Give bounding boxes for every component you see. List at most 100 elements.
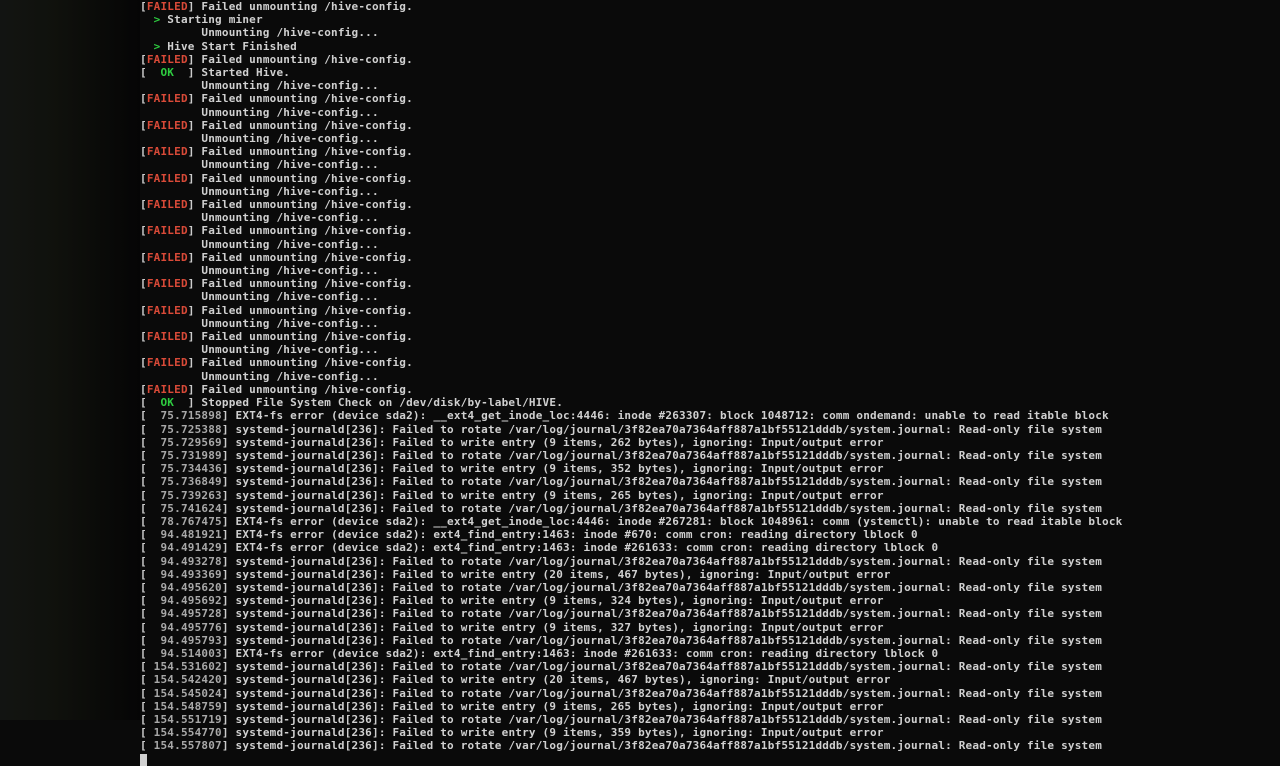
kernel-timestamp: 75.731989 [147,449,222,462]
console-line: Unmounting /hive-config... [140,211,1280,224]
console-line: [FAILED] Failed unmounting /hive-config. [140,383,1280,396]
kernel-message: systemd-journald[236]: Failed to rotate … [236,555,1102,568]
bracket-left: [ [140,502,147,515]
bracket-right: ] [188,330,202,343]
bracket-right: ] [188,198,202,211]
console-line: [ 154.542420] systemd-journald[236]: Fai… [140,673,1280,686]
console-line: [FAILED] Failed unmounting /hive-config. [140,92,1280,105]
console-line: [FAILED] Failed unmounting /hive-config. [140,330,1280,343]
console-line: Unmounting /hive-config... [140,26,1280,39]
console-line: Unmounting /hive-config... [140,158,1280,171]
kernel-message: systemd-journald[236]: Failed to rotate … [236,449,1102,462]
bracket-left: [ [140,277,147,290]
console-line: > Hive Start Finished [140,40,1280,53]
bracket-right: ] [222,713,236,726]
bracket-left: [ [140,172,147,185]
console-line: [ 75.739263] systemd-journald[236]: Fail… [140,489,1280,502]
console-line: [ 94.495793] systemd-journald[236]: Fail… [140,634,1280,647]
bracket-right: ] [222,528,236,541]
kernel-message: systemd-journald[236]: Failed to write e… [236,436,884,449]
console-line: Unmounting /hive-config... [140,264,1280,277]
continuation-message: Unmounting /hive-config... [201,132,378,145]
bracket-right: ] [188,92,202,105]
bracket-right: ] [188,0,202,13]
bracket-right: ] [222,555,236,568]
console-line: [ 94.491429] EXT4-fs error (device sda2)… [140,541,1280,554]
status-failed: FAILED [147,277,188,290]
console-line: [ 94.495692] systemd-journald[236]: Fail… [140,594,1280,607]
status-message: Failed unmounting /hive-config. [201,251,413,264]
status-failed: FAILED [147,198,188,211]
status-message: Failed unmounting /hive-config. [201,92,413,105]
kernel-timestamp: 94.495793 [147,634,222,647]
bracket-left: [ [140,0,147,13]
kernel-timestamp: 154.545024 [147,687,222,700]
status-failed: FAILED [147,119,188,132]
kernel-timestamp: 94.495776 [147,621,222,634]
kernel-timestamp: 94.495692 [147,594,222,607]
bracket-left: [ [140,700,147,713]
console-line: [FAILED] Failed unmounting /hive-config. [140,53,1280,66]
kernel-message: systemd-journald[236]: Failed to write e… [236,594,884,607]
bracket-left: [ [140,555,147,568]
kernel-message: EXT4-fs error (device sda2): __ext4_get_… [236,409,1109,422]
status-failed: FAILED [147,53,188,66]
continuation-message: Unmounting /hive-config... [201,238,378,251]
bracket-right: ] [222,409,236,422]
kernel-timestamp: 94.493369 [147,568,222,581]
kernel-message: systemd-journald[236]: Failed to rotate … [236,634,1102,647]
bracket-left: [ [140,449,147,462]
bracket-left: [ [140,396,147,409]
console-line: [ 154.557807] systemd-journald[236]: Fai… [140,739,1280,752]
console-line: [ 154.545024] systemd-journald[236]: Fai… [140,687,1280,700]
continuation-message: Unmounting /hive-config... [201,370,378,383]
bracket-right: ] [222,462,236,475]
bracket-left: [ [140,713,147,726]
console-line: [FAILED] Failed unmounting /hive-config. [140,198,1280,211]
bracket-right: ] [188,251,202,264]
console-line: [FAILED] Failed unmounting /hive-config. [140,356,1280,369]
bracket-right: ] [188,172,202,185]
bracket-left: [ [140,224,147,237]
console-line: [ 78.767475] EXT4-fs error (device sda2)… [140,515,1280,528]
kernel-timestamp: 154.551719 [147,713,222,726]
kernel-message: systemd-journald[236]: Failed to write e… [236,621,884,634]
kernel-message: systemd-journald[236]: Failed to rotate … [236,739,1102,752]
console-line: [ 94.493369] systemd-journald[236]: Fail… [140,568,1280,581]
bracket-right: ] [188,304,202,317]
bracket-left: [ [140,647,147,660]
console-line: [FAILED] Failed unmounting /hive-config. [140,145,1280,158]
continuation-message: Unmounting /hive-config... [201,106,378,119]
console-line: [ 75.715898] EXT4-fs error (device sda2)… [140,409,1280,422]
console-line: [FAILED] Failed unmounting /hive-config. [140,304,1280,317]
status-failed: FAILED [147,330,188,343]
bracket-right: ] [222,621,236,634]
console-line: [ 94.495776] systemd-journald[236]: Fail… [140,621,1280,634]
prompt-message: Starting miner [167,13,263,26]
kernel-timestamp: 75.741624 [147,502,222,515]
status-failed: FAILED [147,224,188,237]
kernel-message: EXT4-fs error (device sda2): __ext4_get_… [236,515,1123,528]
console-line: [ 75.725388] systemd-journald[236]: Fail… [140,423,1280,436]
bracket-left: [ [140,198,147,211]
status-failed: FAILED [147,304,188,317]
bracket-left: [ [140,687,147,700]
kernel-message: systemd-journald[236]: Failed to write e… [236,489,884,502]
continuation-message: Unmounting /hive-config... [201,290,378,303]
status-message: Failed unmounting /hive-config. [201,304,413,317]
status-failed: FAILED [147,356,188,369]
console-line: [ 94.493278] systemd-journald[236]: Fail… [140,555,1280,568]
status-ok: OK [147,396,188,409]
bracket-left: [ [140,607,147,620]
bracket-left: [ [140,92,147,105]
status-message: Failed unmounting /hive-config. [201,277,413,290]
continuation-message: Unmounting /hive-config... [201,343,378,356]
console-line: [FAILED] Failed unmounting /hive-config. [140,0,1280,13]
kernel-message: EXT4-fs error (device sda2): ext4_find_e… [236,541,939,554]
kernel-timestamp: 75.715898 [147,409,222,422]
status-failed: FAILED [147,383,188,396]
console-line: [ 75.736849] systemd-journald[236]: Fail… [140,475,1280,488]
kernel-timestamp: 94.514003 [147,647,222,660]
bracket-left: [ [140,739,147,752]
bracket-left: [ [140,528,147,541]
